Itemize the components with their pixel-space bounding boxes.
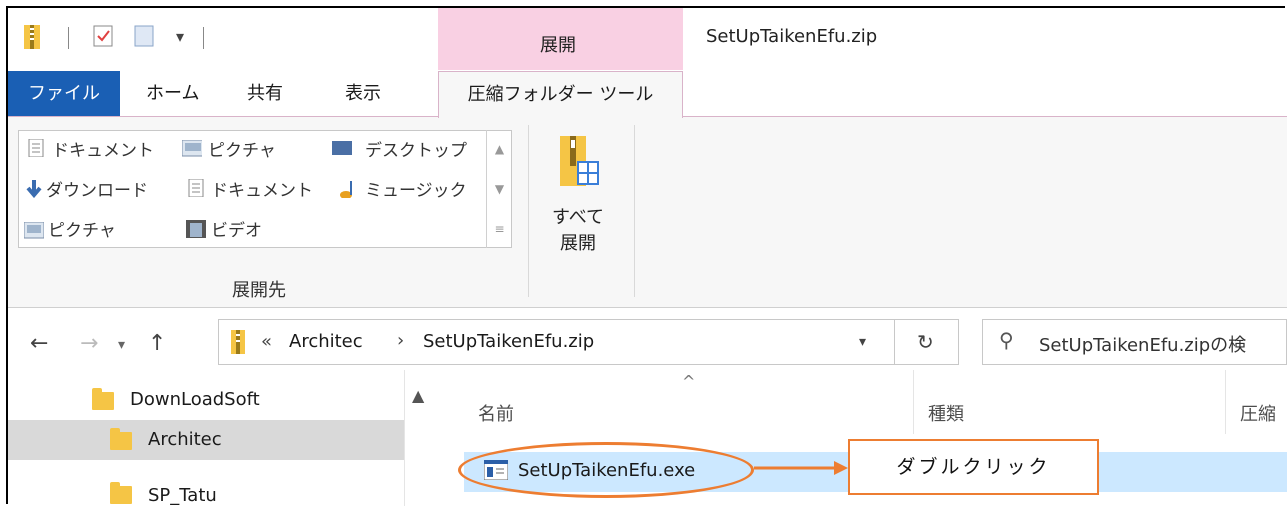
folder-icon bbox=[110, 482, 132, 504]
picture-icon bbox=[24, 222, 44, 239]
column-header-compressed-size[interactable]: 圧縮 bbox=[1240, 400, 1276, 426]
download-icon bbox=[26, 180, 42, 198]
breadcrumb-overflow-icon[interactable]: « bbox=[261, 331, 272, 352]
ribbon-separator bbox=[528, 125, 529, 297]
video-icon bbox=[186, 220, 206, 238]
nav-item-label: DownLoadSoft bbox=[130, 389, 260, 410]
context-tab-label: 展開 bbox=[540, 35, 576, 56]
gallery-scroll-up-icon[interactable]: ▲ bbox=[487, 130, 512, 168]
annotation-ellipse bbox=[458, 442, 754, 498]
breadcrumb-separator-icon[interactable]: › bbox=[397, 330, 404, 351]
tab-file[interactable]: ファイル bbox=[8, 71, 120, 116]
forward-arrow-icon[interactable]: → bbox=[80, 331, 98, 356]
window-title: SetUpTaikenEfu.zip bbox=[706, 26, 878, 47]
nav-item-downloadsoft[interactable]: DownLoadSoft bbox=[8, 380, 404, 420]
back-arrow-icon[interactable]: ← bbox=[30, 331, 48, 356]
music-icon bbox=[340, 181, 352, 198]
document-icon bbox=[28, 139, 44, 157]
qat-dropdown-icon[interactable]: ▾ bbox=[176, 27, 184, 46]
extract-all-label-line1: すべて bbox=[552, 207, 605, 228]
gallery-item-label: ビデオ bbox=[211, 221, 262, 241]
annotation-callout: ダブルクリック bbox=[848, 439, 1099, 495]
tab-compressed-folder-tools[interactable]: 圧縮フォルダー ツール bbox=[438, 71, 683, 118]
desktop-icon bbox=[332, 141, 352, 155]
gallery-item-label: ドキュメント bbox=[211, 181, 313, 201]
zip-folder-icon[interactable] bbox=[24, 25, 40, 49]
ribbon-separator bbox=[634, 125, 635, 297]
gallery-item-label: ドキュメント bbox=[52, 141, 154, 161]
gallery-item-label: ダウンロード bbox=[46, 181, 148, 201]
zip-folder-icon bbox=[231, 330, 245, 354]
tab-view[interactable]: 表示 bbox=[345, 71, 381, 116]
tab-share[interactable]: 共有 bbox=[247, 71, 283, 116]
qat-separator bbox=[68, 27, 69, 49]
address-bar[interactable]: « Architec › SetUpTaikenEfu.zip ▾ bbox=[218, 319, 895, 365]
address-dropdown-icon[interactable]: ▾ bbox=[859, 334, 866, 350]
qat-separator bbox=[203, 27, 204, 49]
tab-home[interactable]: ホーム bbox=[146, 71, 199, 116]
gallery-item-label: ミュージック bbox=[365, 181, 467, 201]
gallery-scroll: ▲ ▼ ≡ bbox=[486, 130, 512, 248]
up-arrow-icon[interactable]: ↑ bbox=[148, 331, 166, 356]
gallery-item-label: ピクチャ bbox=[48, 221, 116, 241]
search-input[interactable]: ⚲ SetUpTaikenEfu.zipの検 bbox=[982, 319, 1287, 365]
refresh-button[interactable]: ↻ bbox=[895, 319, 959, 365]
column-separator bbox=[1225, 370, 1226, 434]
recent-locations-icon[interactable]: ▾ bbox=[118, 337, 125, 353]
search-placeholder: SetUpTaikenEfu.zipの検 bbox=[1039, 335, 1247, 356]
annotation-arrow-icon bbox=[754, 461, 848, 475]
breadcrumb-architec[interactable]: Architec bbox=[289, 331, 363, 352]
nav-scroll-up-icon[interactable]: ▲ bbox=[412, 386, 424, 405]
column-header-type[interactable]: 種類 bbox=[928, 400, 964, 426]
gallery-scroll-down-icon[interactable]: ▼ bbox=[487, 170, 512, 208]
sort-indicator-icon: ^ bbox=[682, 372, 696, 391]
document-icon bbox=[188, 179, 204, 197]
new-folder-icon[interactable] bbox=[134, 25, 154, 47]
column-header-name[interactable]: 名前 bbox=[478, 400, 514, 426]
pane-divider bbox=[404, 370, 405, 506]
gallery-item-label: ピクチャ bbox=[208, 141, 276, 161]
search-icon: ⚲ bbox=[999, 328, 1014, 352]
picture-icon bbox=[182, 140, 202, 157]
nav-item-architec[interactable]: Architec bbox=[8, 420, 404, 460]
extract-all-label-line2: 展開 bbox=[560, 233, 596, 254]
refresh-icon: ↻ bbox=[917, 330, 934, 354]
properties-check-icon[interactable] bbox=[93, 25, 113, 47]
folder-icon bbox=[92, 388, 114, 410]
nav-item-sp-tatu[interactable]: SP_Tatu bbox=[8, 460, 404, 506]
group-label-extract-to: 展開先 bbox=[232, 280, 286, 301]
breadcrumb-zip[interactable]: SetUpTaikenEfu.zip bbox=[423, 331, 594, 352]
gallery-expand-icon[interactable]: ≡ bbox=[487, 210, 512, 248]
column-separator bbox=[913, 370, 914, 434]
nav-item-label: Architec bbox=[148, 429, 222, 450]
extract-all-icon bbox=[560, 136, 599, 186]
nav-item-label: SP_Tatu bbox=[148, 485, 217, 506]
folder-icon bbox=[110, 428, 132, 450]
gallery-item-label: デスクトップ bbox=[365, 141, 467, 161]
